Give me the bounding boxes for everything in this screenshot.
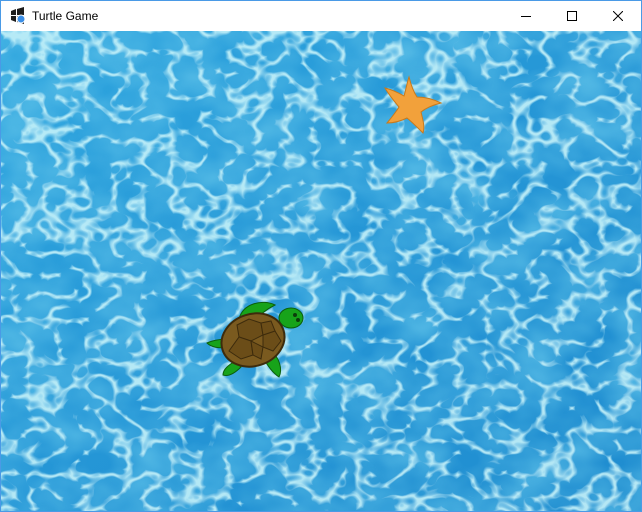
app-window: Turtle Game [0, 0, 642, 512]
maximize-icon [567, 11, 577, 21]
close-button[interactable] [595, 1, 641, 31]
turtle-sprite[interactable] [201, 295, 313, 385]
close-icon [613, 11, 623, 21]
water-background [1, 31, 641, 511]
minimize-button[interactable] [503, 1, 549, 31]
window-controls [503, 1, 641, 31]
starfish-sprite [383, 75, 443, 134]
window-title: Turtle Game [32, 9, 99, 23]
windows-app-icon [9, 7, 27, 25]
game-canvas[interactable] [1, 31, 641, 511]
title-bar[interactable]: Turtle Game [1, 1, 641, 31]
maximize-button[interactable] [549, 1, 595, 31]
minimize-icon [521, 16, 531, 17]
